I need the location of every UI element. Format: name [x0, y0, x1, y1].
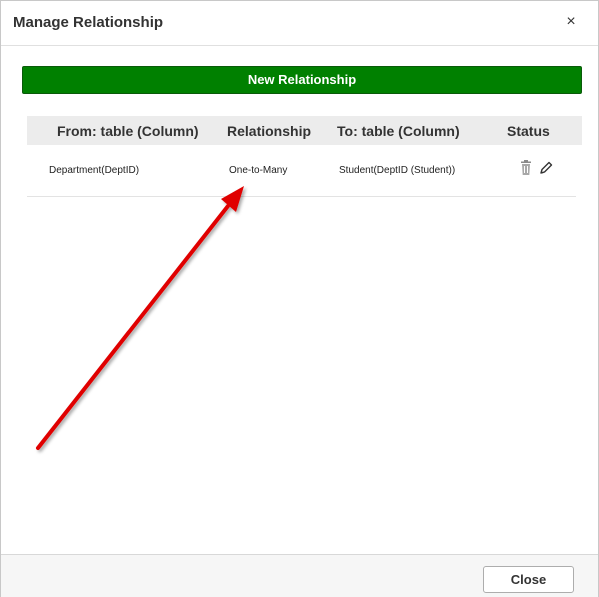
pencil-edit-icon[interactable]: [539, 160, 553, 176]
column-header-to: To: table (Column): [337, 123, 460, 139]
new-relationship-button[interactable]: New Relationship: [22, 66, 582, 94]
manage-relationship-dialog: Manage Relationship × New Relationship F…: [0, 0, 599, 597]
trash-icon[interactable]: [519, 160, 533, 176]
dialog-header: Manage Relationship ×: [1, 1, 598, 46]
close-icon[interactable]: ×: [561, 12, 581, 32]
dialog-title: Manage Relationship: [13, 14, 164, 31]
column-header-status: Status: [507, 123, 550, 139]
cell-relationship: One-to-Many: [229, 165, 288, 176]
column-header-relationship: Relationship: [227, 123, 312, 139]
cell-to: Student(DeptID (Student)): [339, 165, 456, 176]
dialog-footer: Close: [1, 554, 598, 597]
relationship-table: From: table (Column) Relationship To: ta…: [27, 116, 582, 197]
close-button[interactable]: Close: [483, 566, 574, 593]
table-row: Department(DeptID) One-to-Many Student(D…: [27, 145, 576, 197]
cell-from: Department(DeptID): [49, 165, 140, 176]
table-header: From: table (Column) Relationship To: ta…: [27, 116, 582, 145]
column-header-from: From: table (Column): [57, 123, 199, 139]
